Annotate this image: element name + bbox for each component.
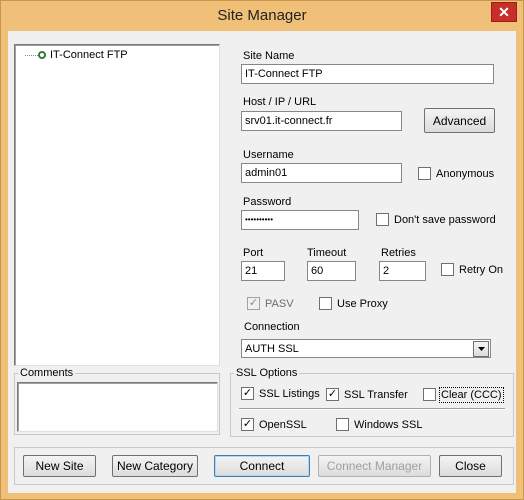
pasv-label: PASV xyxy=(265,297,294,310)
ssl-transfer-label: SSL Transfer xyxy=(344,388,408,401)
connection-value: AUTH SSL xyxy=(245,342,299,355)
use-proxy-label: Use Proxy xyxy=(337,297,388,310)
ssl-listings-checkbox[interactable]: ✓ SSL Listings xyxy=(241,387,320,400)
connection-label: Connection xyxy=(244,321,300,333)
anonymous-checkbox[interactable]: Anonymous xyxy=(418,167,494,180)
windows-ssl-checkbox-box[interactable] xyxy=(336,418,349,431)
advanced-button[interactable]: Advanced xyxy=(424,108,495,133)
retries-field[interactable]: 2 xyxy=(379,261,426,281)
site-tree[interactable]: IT-Connect FTP xyxy=(14,44,220,366)
new-category-button[interactable]: New Category xyxy=(112,455,198,477)
openssl-checkbox[interactable]: ✓ OpenSSL xyxy=(241,418,307,431)
retries-label: Retries xyxy=(381,247,416,259)
ssl-transfer-checkbox-box[interactable]: ✓ xyxy=(326,388,339,401)
ssl-transfer-checkbox[interactable]: ✓ SSL Transfer xyxy=(326,388,408,401)
window-title: Site Manager xyxy=(217,7,307,24)
clear-ccc-label: Clear (CCC) xyxy=(439,386,504,403)
anonymous-checkbox-box[interactable] xyxy=(418,167,431,180)
retry-on-checkbox[interactable]: Retry On xyxy=(441,263,503,276)
openssl-label: OpenSSL xyxy=(259,418,307,431)
clear-ccc-checkbox[interactable]: Clear (CCC) xyxy=(423,386,504,403)
close-icon[interactable]: ✕ xyxy=(491,2,517,22)
ssl-options-group-label: SSL Options xyxy=(234,367,300,379)
ssl-listings-label: SSL Listings xyxy=(259,387,320,400)
site-name-label: Site Name xyxy=(243,50,295,62)
dont-save-password-checkbox-box[interactable] xyxy=(376,213,389,226)
timeout-field[interactable]: 60 xyxy=(307,261,356,281)
connect-manager-button[interactable]: Connect Manager xyxy=(318,455,431,477)
openssl-checkbox-box[interactable]: ✓ xyxy=(241,418,254,431)
ssl-options-separator xyxy=(239,408,505,410)
new-site-button[interactable]: New Site xyxy=(23,455,96,477)
timeout-label: Timeout xyxy=(307,247,347,259)
dont-save-password-label: Don't save password xyxy=(394,213,496,226)
use-proxy-checkbox-box[interactable] xyxy=(319,297,332,310)
comments-field[interactable] xyxy=(17,382,218,432)
comments-group-label: Comments xyxy=(18,367,76,379)
ssl-listings-checkbox-box[interactable]: ✓ xyxy=(241,387,254,400)
dialog-client-area: IT-Connect FTP Comments Site Name IT-Con… xyxy=(8,31,516,493)
password-field[interactable]: •••••••••• xyxy=(241,210,359,230)
pasv-checkbox[interactable]: ✓ PASV xyxy=(247,297,294,310)
chevron-down-icon[interactable] xyxy=(473,340,489,357)
username-field[interactable]: admin01 xyxy=(241,163,402,183)
site-icon xyxy=(38,51,46,59)
clear-ccc-checkbox-box[interactable] xyxy=(423,388,436,401)
pasv-checkbox-box[interactable]: ✓ xyxy=(247,297,260,310)
connect-button[interactable]: Connect xyxy=(214,455,310,477)
site-name-field[interactable]: IT-Connect FTP xyxy=(241,64,494,84)
windows-ssl-checkbox[interactable]: Windows SSL xyxy=(336,418,422,431)
port-field[interactable]: 21 xyxy=(241,261,285,281)
port-label: Port xyxy=(243,247,264,259)
retry-on-checkbox-box[interactable] xyxy=(441,263,454,276)
tree-connector-line xyxy=(25,55,38,56)
connection-select[interactable]: AUTH SSL xyxy=(241,339,491,358)
password-label: Password xyxy=(243,196,292,208)
title-bar[interactable]: Site Manager ✕ xyxy=(1,1,523,31)
anonymous-label: Anonymous xyxy=(436,167,495,180)
dont-save-password-checkbox[interactable]: Don't save password xyxy=(376,213,496,226)
username-label: Username xyxy=(243,149,294,161)
host-field[interactable]: srv01.it-connect.fr xyxy=(241,111,402,131)
use-proxy-checkbox[interactable]: Use Proxy xyxy=(319,297,388,310)
host-label: Host / IP / URL xyxy=(243,96,317,108)
windows-ssl-label: Windows SSL xyxy=(354,418,423,431)
tree-item-it-connect-ftp[interactable]: IT-Connect FTP xyxy=(49,48,129,62)
retry-on-label: Retry On xyxy=(459,263,504,276)
close-button[interactable]: Close xyxy=(439,455,502,477)
site-manager-window: Site Manager ✕ IT-Connect FTP Comments S… xyxy=(0,0,524,500)
